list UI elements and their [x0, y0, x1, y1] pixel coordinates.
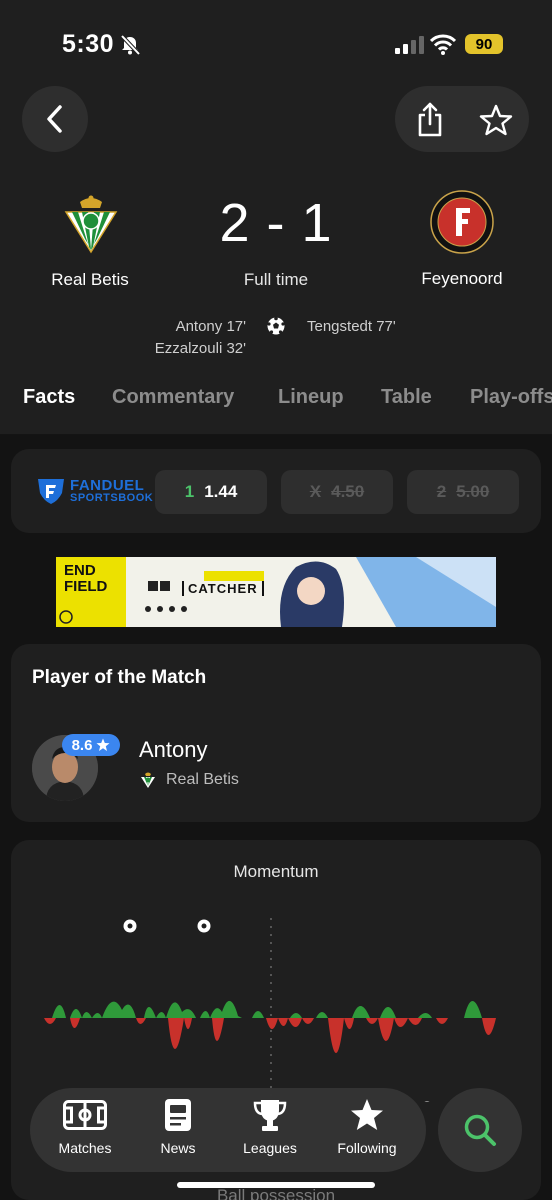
star-icon — [96, 738, 110, 751]
match-tabs: Facts Commentary Lineup Table Play-offs — [0, 386, 552, 418]
chevron-left-icon — [47, 105, 62, 133]
odds-home-button[interactable]: 1 1.44 — [155, 470, 267, 514]
ball-possession-title: Ball possession — [216, 1186, 336, 1200]
player-team: Real Betis — [166, 771, 239, 788]
pitch-icon — [63, 1100, 107, 1130]
star-icon — [351, 1099, 383, 1130]
ad-banner[interactable]: END FIELD CATCHER — [56, 557, 496, 627]
odds-value: 1.44 — [204, 482, 238, 501]
ad-tag: CATCHER — [182, 581, 264, 596]
odds-key: X — [309, 482, 322, 501]
odds-draw-button[interactable]: X 4.50 — [281, 470, 393, 514]
home-scorer: Antony 17' — [175, 318, 246, 335]
news-icon — [165, 1099, 191, 1131]
battery-indicator: 90 — [465, 34, 503, 54]
player-name[interactable]: Antony — [139, 737, 208, 763]
tab-facts[interactable]: Facts — [23, 386, 75, 409]
odds-value: 5.00 — [456, 482, 490, 501]
bell-muted-icon — [120, 34, 141, 56]
odds-key: 1 — [184, 482, 195, 501]
nav-matches-label: Matches — [58, 1140, 112, 1156]
momentum-title: Momentum — [233, 862, 319, 881]
ad-brand-line1: END — [64, 562, 96, 579]
goal-marker — [197, 919, 211, 933]
odds-provider-sub: SPORTSBOOK — [70, 492, 154, 504]
match-status: Full time — [243, 270, 309, 289]
search-icon — [464, 1114, 496, 1146]
nav-news-label: News — [160, 1140, 196, 1156]
share-icon — [418, 102, 442, 137]
nav-news[interactable]: News — [133, 1098, 223, 1164]
momentum-chart — [44, 918, 500, 1102]
ad-brand-line2: FIELD — [64, 578, 108, 595]
battery-level: 90 — [475, 35, 493, 53]
goal-marker — [123, 919, 137, 933]
wifi-icon — [430, 34, 456, 55]
nav-matches[interactable]: Matches — [40, 1098, 130, 1164]
search-button[interactable] — [438, 1088, 522, 1172]
goal-marker — [424, 1101, 430, 1102]
match-score: 2 - 1 — [219, 193, 333, 253]
nav-following-label: Following — [337, 1140, 397, 1156]
share-button[interactable] — [408, 98, 452, 142]
nav-leagues-label: Leagues — [243, 1140, 297, 1156]
favorite-button[interactable] — [474, 98, 518, 142]
ad-brand: END FIELD — [64, 563, 107, 595]
odds-key: 2 — [436, 482, 447, 501]
tab-lineup[interactable]: Lineup — [278, 386, 344, 409]
status-time: 5:30 — [62, 30, 115, 58]
home-scorer: Ezzalzouli 32' — [154, 340, 246, 357]
home-indicator[interactable] — [177, 1182, 375, 1188]
tab-commentary[interactable]: Commentary — [112, 386, 234, 409]
fanduel-shield-icon — [38, 479, 64, 504]
away-team-name[interactable]: Feyenoord — [392, 269, 532, 289]
odds-away-button[interactable]: 2 5.00 — [407, 470, 519, 514]
nav-leagues[interactable]: Leagues — [225, 1098, 315, 1164]
potm-title: Player of the Match — [32, 667, 207, 688]
nav-following[interactable]: Following — [322, 1098, 412, 1164]
player-rating: 8.6 — [71, 736, 93, 754]
ad-banner-artwork — [56, 557, 496, 627]
star-outline-icon — [479, 104, 513, 136]
back-button[interactable] — [22, 86, 88, 152]
cellular-signal-icon — [395, 36, 424, 54]
real-betis-crest-icon — [141, 772, 155, 788]
football-icon — [267, 316, 285, 335]
odds-value: 4.50 — [331, 482, 365, 501]
tab-table[interactable]: Table — [381, 386, 432, 409]
away-scorer: Tengstedt 77' — [307, 318, 396, 335]
feyenoord-crest-icon[interactable] — [430, 190, 494, 254]
real-betis-crest-icon[interactable] — [58, 192, 124, 258]
trophy-icon — [253, 1100, 287, 1131]
tab-play-offs[interactable]: Play-offs — [470, 386, 552, 409]
player-rating-badge: 8.6 — [62, 734, 120, 756]
home-team-name[interactable]: Real Betis — [20, 270, 160, 290]
